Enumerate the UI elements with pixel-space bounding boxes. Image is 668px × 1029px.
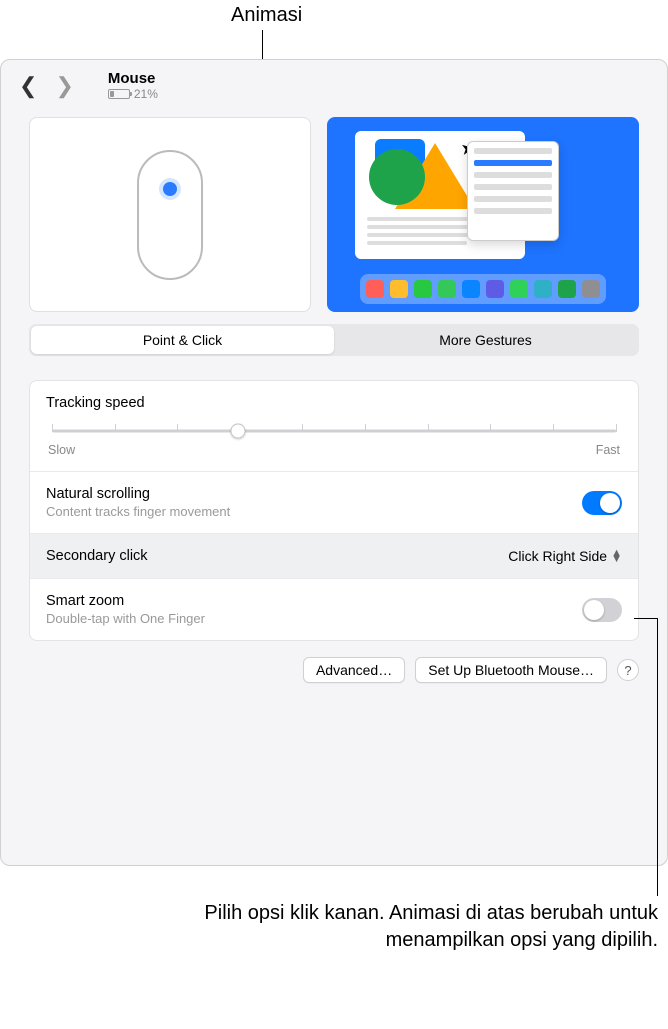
slider-labels: Slow Fast xyxy=(48,443,620,457)
battery-percent: 21% xyxy=(134,87,158,101)
dock-preview xyxy=(360,274,606,304)
callout-secondary-click-label: Pilih opsi klik kanan. Animasi di atas b… xyxy=(160,900,658,954)
preview-text-line xyxy=(367,241,467,245)
secondary-click-value: Click Right Side xyxy=(508,548,607,564)
tab-segmented-control: Point & Click More Gestures xyxy=(29,324,639,356)
slider-fast-label: Fast xyxy=(596,443,620,457)
window-header: ❮ ❯ Mouse 21% xyxy=(1,60,667,101)
tracking-speed-label: Tracking speed xyxy=(46,395,622,411)
natural-scrolling-label: Natural scrolling xyxy=(46,486,230,502)
preview-shape-circle xyxy=(369,149,425,205)
mouse-touch-indicator xyxy=(163,182,177,196)
mouse-settings-panel: ❮ ❯ Mouse 21% xyxy=(0,59,668,866)
natural-scrolling-sub: Content tracks finger movement xyxy=(46,504,230,519)
secondary-click-select[interactable]: Click Right Side ▲▼ xyxy=(508,548,622,564)
setup-bluetooth-button[interactable]: Set Up Bluetooth Mouse… xyxy=(415,657,607,683)
callout-line xyxy=(634,618,658,619)
row-smart-zoom: Smart zoom Double-tap with One Finger xyxy=(30,579,638,640)
help-button[interactable]: ? xyxy=(617,659,639,681)
back-button[interactable]: ❮ xyxy=(19,75,37,97)
preview-row: ➤ xyxy=(1,101,667,320)
row-secondary-click[interactable]: Secondary click Click Right Side ▲▼ xyxy=(30,534,638,579)
chevron-updown-icon: ▲▼ xyxy=(611,550,622,562)
battery-icon xyxy=(108,89,130,99)
row-natural-scrolling: Natural scrolling Content tracks finger … xyxy=(30,472,638,534)
nav-buttons: ❮ ❯ xyxy=(19,75,74,97)
footer-buttons: Advanced… Set Up Bluetooth Mouse… ? xyxy=(29,657,639,683)
smart-zoom-toggle[interactable] xyxy=(582,598,622,622)
mouse-animation-pane xyxy=(29,117,311,312)
secondary-click-label: Secondary click xyxy=(46,548,148,564)
smart-zoom-sub: Double-tap with One Finger xyxy=(46,611,205,626)
tab-point-and-click[interactable]: Point & Click xyxy=(31,326,334,354)
battery-status: 21% xyxy=(108,87,158,101)
desktop-preview-pane: ➤ xyxy=(327,117,639,312)
advanced-button[interactable]: Advanced… xyxy=(303,657,405,683)
smart-zoom-label: Smart zoom xyxy=(46,593,205,609)
tab-more-gestures[interactable]: More Gestures xyxy=(334,326,637,354)
callout-animasi-label: Animasi xyxy=(231,4,302,27)
row-tracking-speed: Tracking speed Slow Fast xyxy=(30,381,638,472)
page-title: Mouse xyxy=(108,70,158,87)
forward-button[interactable]: ❯ xyxy=(55,75,73,97)
tracking-speed-slider[interactable] xyxy=(52,421,616,441)
slider-slow-label: Slow xyxy=(48,443,75,457)
settings-list: Tracking speed Slow Fast xyxy=(29,380,639,641)
natural-scrolling-toggle[interactable] xyxy=(582,491,622,515)
title-block: Mouse 21% xyxy=(108,70,158,101)
callout-line xyxy=(657,618,658,896)
mouse-illustration xyxy=(137,150,203,280)
context-menu-preview xyxy=(467,141,559,241)
tracking-slider-wrap: Slow Fast xyxy=(46,421,622,457)
